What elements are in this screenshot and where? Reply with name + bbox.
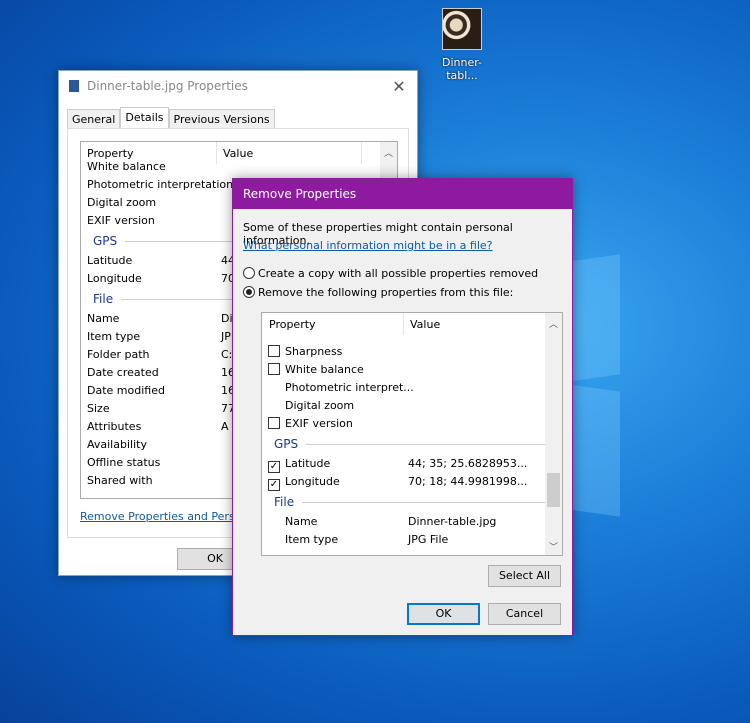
property-value: 70; 18; 44.9981998... [408, 475, 528, 488]
property-value: Dinner-table.jpg [408, 515, 497, 528]
image-file-icon [69, 80, 79, 92]
property-name: Photometric interpretation [87, 178, 234, 191]
group-header: File [262, 491, 562, 513]
property-name: Name [87, 312, 120, 325]
properties-checklist[interactable]: Property Value Sharpness White balance Phot… [261, 312, 563, 556]
radio-icon[interactable] [243, 267, 255, 279]
property-value: JP [221, 330, 231, 343]
checkbox-icon[interactable] [268, 363, 280, 375]
property-name: Attributes [87, 420, 142, 433]
property-name: Latitude [285, 457, 331, 470]
option-label: Create a copy with all possible properti… [258, 267, 539, 280]
property-name: Photometric interpret... [285, 381, 414, 394]
column-property[interactable]: Property [262, 313, 404, 335]
scroll-thumb[interactable] [547, 473, 560, 507]
property-name: Offline status [87, 456, 161, 469]
property-name: White balance [285, 363, 364, 376]
cancel-button[interactable]: Cancel [488, 603, 561, 625]
property-name: Longitude [285, 475, 340, 488]
property-name: Size [87, 402, 110, 415]
tab-general[interactable]: General [67, 109, 121, 129]
close-icon[interactable]: ✕ [381, 77, 417, 96]
property-value: A [221, 420, 229, 433]
property-name: EXIF version [285, 417, 353, 430]
checkbox-checked-icon[interactable]: ✓ [268, 461, 280, 473]
title-bar: Remove Properties [233, 179, 572, 209]
option-label: Remove the following properties from thi… [258, 286, 514, 299]
remove-properties-dialog: Remove Properties Some of these properti… [232, 178, 573, 636]
property-row[interactable]: ✓ Latitude 44; 35; 25.6828953... [262, 455, 562, 473]
property-value: C: [221, 348, 233, 361]
property-name: Digital zoom [87, 196, 157, 209]
property-row[interactable]: Photometric interpret... [262, 379, 562, 397]
property-name: White balance [87, 160, 166, 173]
dialog-title: Remove Properties [243, 187, 357, 201]
ok-button[interactable]: OK [407, 603, 480, 625]
property-row[interactable]: Item type JPG File [262, 531, 562, 549]
property-row[interactable]: ✓ Longitude 70; 18; 44.9981998... [262, 473, 562, 491]
scroll-down-icon[interactable]: ﹀ [545, 540, 562, 553]
checkbox-checked-icon[interactable]: ✓ [268, 479, 280, 491]
desktop-icon-label: Dinner-tabl... [441, 56, 483, 82]
checkbox-icon[interactable] [268, 417, 280, 429]
select-all-button[interactable]: Select All [488, 565, 561, 587]
property-name: Name [285, 515, 318, 528]
property-name: Latitude [87, 254, 133, 267]
property-value: 44; 35; 25.6828953... [408, 457, 528, 470]
personal-info-link[interactable]: What personal information might be in a … [243, 239, 493, 252]
property-value: Di [221, 312, 233, 325]
option-create-copy[interactable]: Create a copy with all possible properti… [243, 267, 538, 280]
property-name: Date modified [87, 384, 165, 397]
property-row[interactable]: Name Dinner-table.jpg [262, 513, 562, 531]
property-name: Folder path [87, 348, 150, 361]
property-name: Availability [87, 438, 147, 451]
scroll-up-icon[interactable]: ︿ [380, 146, 397, 159]
property-row[interactable]: EXIF version [262, 415, 562, 433]
property-row[interactable]: White balance [262, 361, 562, 379]
scrollbar[interactable]: ︿ ﹀ [545, 313, 562, 555]
property-name: Date created [87, 366, 159, 379]
option-remove-from-file[interactable]: Remove the following properties from thi… [243, 286, 513, 299]
remove-properties-link[interactable]: Remove Properties and Persona [80, 510, 255, 523]
property-value: JPG File [408, 533, 449, 546]
tab-details[interactable]: Details [120, 107, 169, 129]
property-name: Longitude [87, 272, 142, 285]
property-name: Item type [285, 533, 339, 546]
property-row[interactable]: Sharpness [262, 343, 562, 361]
tab-previous-versions[interactable]: Previous Versions [168, 109, 275, 129]
property-name: Item type [87, 330, 141, 343]
property-name: Digital zoom [285, 399, 355, 412]
scroll-up-icon[interactable]: ︿ [545, 317, 562, 330]
group-header: GPS [262, 433, 562, 455]
property-row[interactable]: White balance [81, 158, 397, 176]
desktop-icon-dinner-table[interactable]: Dinner-tabl... [428, 8, 496, 82]
property-name: Shared with [87, 474, 153, 487]
property-name: EXIF version [87, 214, 155, 227]
title-bar: Dinner-table.jpg Properties ✕ [59, 71, 417, 101]
column-value[interactable]: Value [404, 313, 546, 335]
property-name: Sharpness [285, 345, 343, 358]
checkbox-icon[interactable] [268, 345, 280, 357]
window-title: Dinner-table.jpg Properties [87, 79, 248, 93]
radio-selected-icon[interactable] [243, 286, 255, 298]
image-thumbnail [442, 8, 482, 50]
property-row[interactable]: Digital zoom [262, 397, 562, 415]
